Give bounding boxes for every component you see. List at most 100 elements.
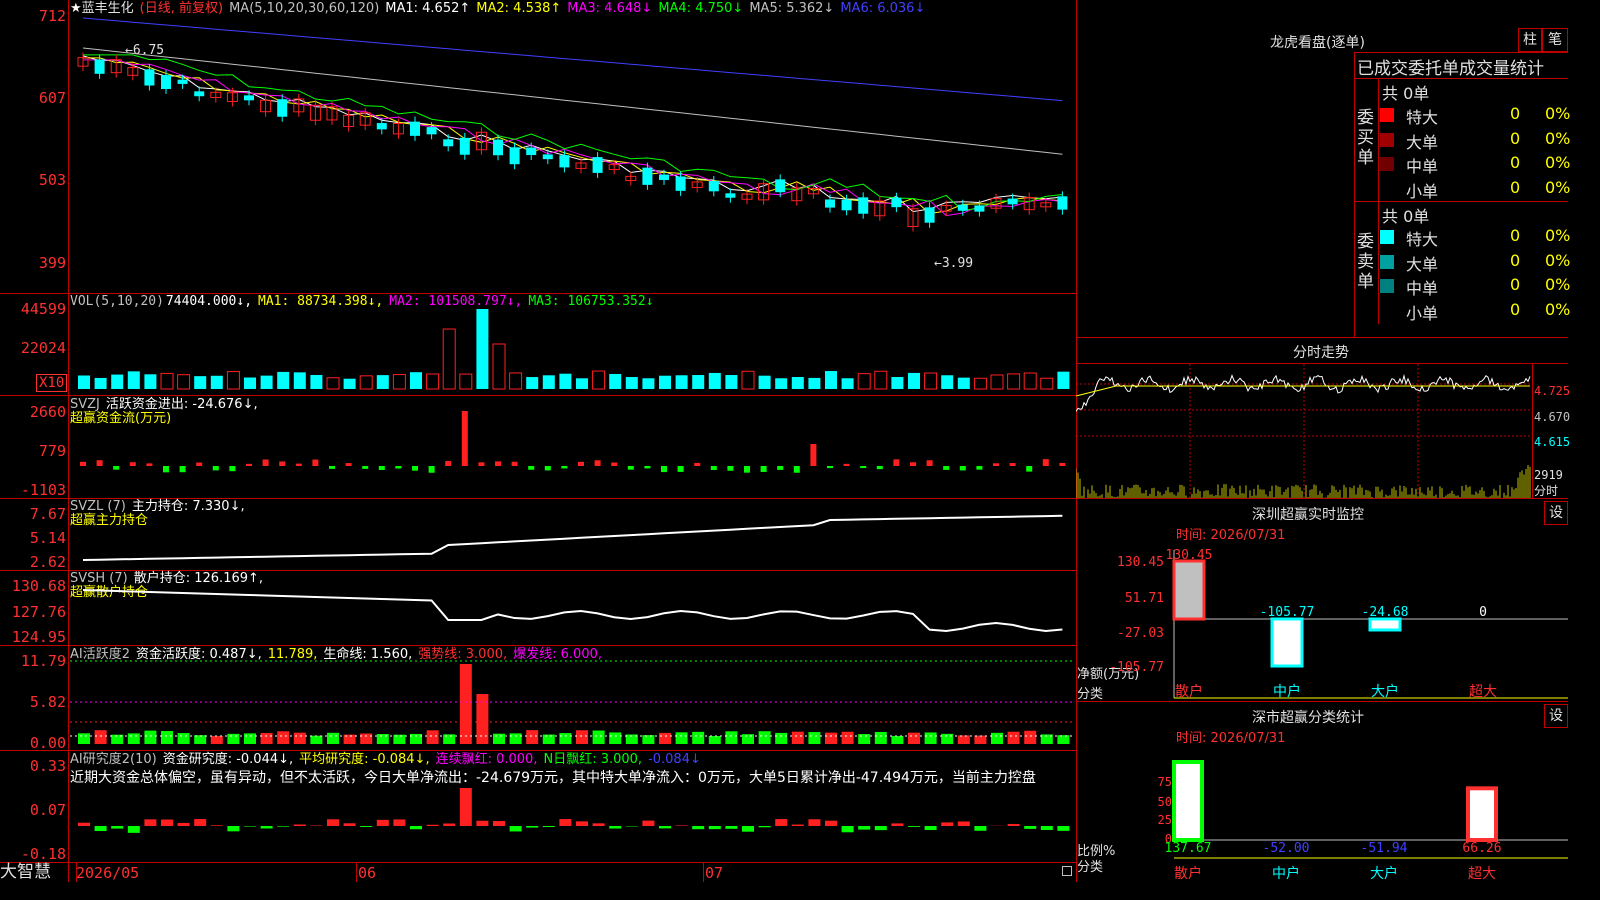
monitor-axis-tick: -105.77	[1109, 660, 1164, 675]
activity-bar	[908, 732, 920, 744]
candle-down	[891, 197, 902, 208]
flow-bar	[246, 463, 252, 466]
monitor-bar	[1368, 617, 1402, 632]
candle-down	[244, 95, 254, 101]
activity-bar	[78, 733, 90, 744]
candle-down	[708, 180, 719, 192]
candle-down	[659, 174, 669, 181]
candle-down	[94, 59, 105, 74]
flow-bar	[212, 466, 219, 471]
stat-chart: 7550250137.67散户-52.00中户-51.94大户66.26超大	[1158, 760, 1568, 882]
activity-bar	[974, 735, 987, 744]
moving-average-line	[83, 59, 1063, 217]
flow-bar	[727, 466, 734, 471]
research-bar	[1007, 823, 1020, 826]
flow-bar	[611, 462, 618, 466]
order-stat-row: 中单 0 0%	[1380, 274, 1571, 298]
volume-bar	[343, 378, 356, 389]
volume-bar	[260, 375, 273, 389]
flow-bar	[528, 466, 535, 470]
research-bar	[841, 826, 854, 833]
flow-bar	[993, 463, 999, 466]
volume-bar	[542, 375, 555, 389]
flow-bar	[561, 466, 568, 469]
volume-bar	[559, 373, 572, 389]
order-stat-row: 小单 0 0%	[1380, 177, 1570, 201]
row-count: 0	[1510, 299, 1521, 319]
flow-bar	[196, 462, 203, 466]
row-pct: 0%	[1545, 275, 1571, 294]
activity-bar	[293, 732, 306, 744]
activity-bar	[758, 731, 771, 744]
kline-chart-canvas[interactable]	[0, 0, 1076, 882]
flow-bar	[1042, 459, 1049, 466]
monitor-bar	[1270, 617, 1304, 668]
activity-bar	[924, 732, 937, 744]
flow-bar	[627, 466, 634, 470]
activity-bar	[659, 732, 671, 744]
research-bar	[1057, 826, 1070, 831]
row-name: 中单	[1406, 157, 1439, 176]
monitor-axis-tick: 130.45	[1117, 555, 1164, 570]
activity-bar	[509, 733, 522, 744]
flow-bar	[578, 461, 584, 466]
pen-mode-button[interactable]: 笔	[1542, 28, 1568, 52]
stat-settings-button[interactable]: 设	[1544, 704, 1568, 728]
flow-bar	[959, 466, 966, 471]
flow-bar	[760, 466, 767, 472]
intraday-chart[interactable]	[1076, 364, 1532, 498]
candle-down	[642, 167, 653, 185]
intraday-price-tick: 4.725	[1534, 384, 1571, 398]
research-bar	[659, 826, 671, 829]
monitor-settings-button[interactable]: 设	[1544, 501, 1568, 525]
volume-bar	[492, 343, 506, 390]
activity-bar	[742, 734, 754, 744]
candle-down	[410, 121, 420, 136]
research-bar	[94, 826, 107, 832]
row-name: 大单	[1406, 254, 1439, 274]
sell-total: 共 0单	[1382, 207, 1430, 226]
flow-bar	[744, 466, 750, 473]
flow-bar	[378, 466, 385, 471]
activity-bar	[194, 735, 207, 744]
dragon-title: 龙虎看盘(逐单)	[1270, 35, 1365, 51]
volume-bar	[891, 377, 904, 389]
row-pct: 0%	[1545, 128, 1571, 148]
volume-bar	[509, 372, 523, 390]
volume-bar	[459, 373, 473, 390]
row-count: 0	[1510, 177, 1521, 197]
candle-down	[443, 139, 454, 147]
stat-value-label: -52.00	[1263, 841, 1310, 856]
candle-down	[177, 79, 188, 84]
activity-bar	[692, 731, 705, 744]
volume-bar	[973, 377, 987, 390]
moving-average-line	[82, 55, 1063, 213]
row-pct: 0%	[1545, 104, 1571, 123]
volume-bar	[326, 377, 340, 390]
flow-bar	[80, 461, 86, 466]
flow-bar	[594, 460, 601, 466]
activity-bar	[177, 733, 190, 744]
stat-bar	[1172, 760, 1204, 842]
table-title: 已成交委托单成交量统计	[1357, 59, 1544, 79]
research-bar	[327, 819, 339, 826]
research-bar	[974, 826, 987, 831]
research-bar	[1024, 826, 1037, 829]
color-swatch	[1380, 108, 1394, 122]
activity-bar	[327, 732, 339, 744]
research-bar	[111, 826, 124, 829]
monitor-category-label: 大户	[1371, 683, 1399, 700]
volume-bar	[941, 375, 954, 389]
flow-bar	[1059, 462, 1066, 466]
research-bar	[708, 826, 721, 830]
order-stat-row: 大单 0 0%	[1380, 250, 1570, 274]
row-pct: 0%	[1545, 226, 1571, 245]
activity-bar	[244, 733, 256, 744]
activity-bar	[144, 730, 157, 744]
volume-bar	[476, 309, 489, 389]
research-bar	[542, 826, 555, 827]
stat-category-label: 大户	[1370, 865, 1398, 882]
monitor-value-label: -105.77	[1260, 605, 1315, 620]
research-bar	[957, 821, 970, 826]
bar-mode-button[interactable]: 柱	[1518, 28, 1542, 52]
